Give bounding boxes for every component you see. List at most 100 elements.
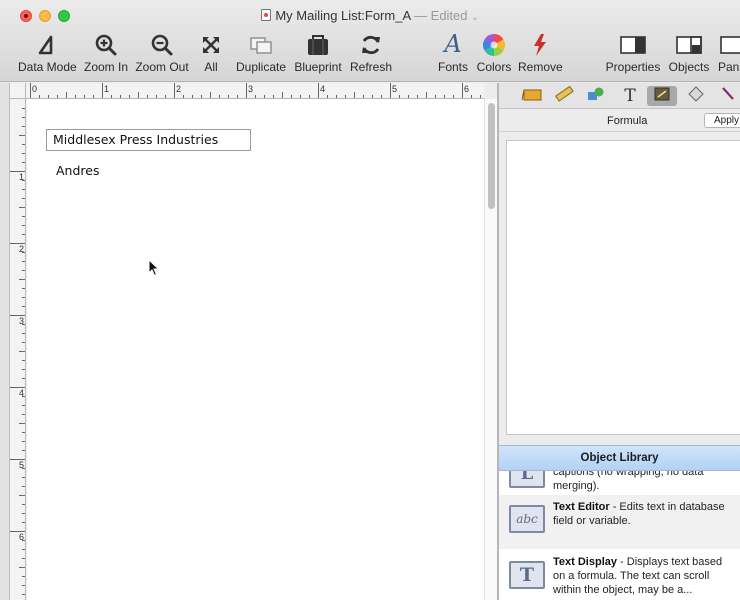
- properties-button[interactable]: Properties: [604, 30, 662, 80]
- ruler-tick: [22, 486, 25, 487]
- objects-button[interactable]: Objects: [667, 30, 711, 80]
- formula-editor[interactable]: [506, 140, 740, 435]
- fonts-icon: A: [444, 30, 462, 58]
- apply-button[interactable]: Apply: [704, 113, 740, 128]
- ruler-number: 4: [19, 388, 25, 398]
- canvas-vertical-scrollbar[interactable]: [484, 99, 497, 600]
- library-item-text-caption[interactable]: L captions (no wrapping, no data merging…: [499, 471, 740, 495]
- ruler-tick: [129, 95, 130, 98]
- ruler-tick: [408, 95, 409, 98]
- data-mode-button[interactable]: Data Mode: [18, 30, 77, 80]
- ruler-tick: [462, 83, 463, 98]
- ruler-tick: [19, 495, 25, 496]
- object-library-header[interactable]: Object Library: [499, 445, 740, 471]
- company-field-object[interactable]: Middlesex Press Industries: [46, 129, 251, 151]
- tab-graphics[interactable]: [517, 86, 547, 106]
- zoom-in-label: Zoom In: [83, 60, 128, 74]
- zoom-out-button[interactable]: Zoom Out: [135, 30, 189, 80]
- first-name-field-object[interactable]: Andres: [56, 163, 99, 178]
- ruler-tick: [22, 297, 25, 298]
- ruler-tick: [120, 95, 121, 98]
- ruler-tick: [22, 360, 25, 361]
- edited-indicator[interactable]: — Edited: [414, 8, 467, 23]
- chevron-down-icon[interactable]: ⌄: [471, 12, 479, 22]
- zoom-in-button[interactable]: Zoom In: [83, 30, 129, 80]
- tab-formula[interactable]: [647, 86, 677, 106]
- ruler-tick: [22, 432, 25, 433]
- ruler-tick: [22, 513, 25, 514]
- ruler-tick: [22, 126, 25, 127]
- duplicate-button[interactable]: Duplicate: [235, 30, 287, 80]
- ruler-tick: [183, 95, 184, 98]
- ruler-number: 5: [392, 84, 398, 94]
- window-title: My Mailing List:Form_A — Edited ⌄: [0, 8, 740, 23]
- ruler-tick: [22, 594, 25, 595]
- blueprint-label: Blueprint: [294, 60, 342, 74]
- tab-text[interactable]: T: [615, 86, 645, 106]
- document-icon: [261, 9, 272, 21]
- ruler-tick: [22, 369, 25, 370]
- ruler-tick: [435, 95, 436, 98]
- blueprint-button[interactable]: Blueprint: [293, 30, 343, 80]
- colors-button[interactable]: Colors: [476, 30, 512, 80]
- lightning-icon: [518, 30, 562, 60]
- form-canvas[interactable]: Middlesex Press Industries Andres: [27, 99, 484, 600]
- formula-tab-icon: [654, 87, 670, 101]
- ruler-tick: [57, 95, 58, 98]
- ruler-tick: [300, 95, 301, 98]
- ruler-tick: [336, 95, 337, 98]
- graphics-tab-icon: [521, 89, 542, 101]
- properties-label: Properties: [605, 60, 661, 74]
- ruler-number: 6: [19, 532, 25, 542]
- ruler-tick: [22, 261, 25, 262]
- remove-label: Remove: [518, 60, 563, 74]
- tab-procedures[interactable]: [681, 86, 711, 106]
- ruler-number: 2: [19, 244, 25, 254]
- ruler-tab-icon: [555, 85, 574, 102]
- scrollbar-thumb[interactable]: [488, 103, 495, 209]
- objects-label: Objects: [668, 60, 710, 74]
- ruler-tick: [84, 95, 85, 98]
- library-item-description: captions (no wrapping, no data merging).: [553, 471, 735, 493]
- ruler-tick: [22, 198, 25, 199]
- ruler-tick: [228, 95, 229, 98]
- ruler-tick: [75, 95, 76, 98]
- remove-button[interactable]: Remove: [518, 30, 563, 80]
- refresh-label: Refresh: [349, 60, 393, 74]
- fonts-button[interactable]: A Fonts: [437, 30, 469, 80]
- properties-panel: T Formula Apply Object Library L caption…: [499, 83, 740, 600]
- ruler-tick: [22, 441, 25, 442]
- ruler-tick: [138, 92, 139, 98]
- colors-label: Colors: [476, 60, 512, 74]
- vertical-ruler: 1 2 3 4 5 6: [10, 99, 26, 600]
- ruler-tick: [22, 504, 25, 505]
- ruler-tick: [22, 477, 25, 478]
- tab-dimensions[interactable]: [549, 85, 579, 106]
- window-left-edge: [0, 83, 10, 600]
- ruler-tick: [192, 95, 193, 98]
- zoom-in-icon: [83, 30, 129, 60]
- ruler-tick: [291, 95, 292, 98]
- library-item-description: Text Editor - Edits text in database fie…: [553, 500, 735, 528]
- panels-button[interactable]: Pan: [718, 30, 740, 80]
- ruler-number: 5: [19, 460, 25, 470]
- ruler-tick: [471, 95, 472, 98]
- tab-shapes[interactable]: [581, 86, 611, 106]
- data-mode-label: Data Mode: [18, 60, 77, 74]
- zoom-all-label: All: [204, 60, 218, 74]
- ruler-tick: [246, 83, 247, 98]
- library-item-text-editor[interactable]: abc Text Editor - Edits text in database…: [499, 495, 740, 549]
- library-item-text-display[interactable]: T Text Display - Displays text based on …: [499, 549, 740, 600]
- ruler-tick: [264, 95, 265, 98]
- refresh-button[interactable]: Refresh: [349, 30, 393, 80]
- ruler-tick: [22, 153, 25, 154]
- ruler-tick: [363, 95, 364, 98]
- tab-pen[interactable]: [713, 86, 740, 106]
- ruler-tick: [66, 92, 67, 98]
- ruler-tick: [318, 83, 319, 98]
- ruler-tick: [22, 288, 25, 289]
- ruler-tick: [381, 95, 382, 98]
- expand-arrows-icon: [199, 30, 223, 60]
- zoom-all-button[interactable]: All: [199, 30, 223, 80]
- panel-tab-bar: T: [499, 83, 740, 109]
